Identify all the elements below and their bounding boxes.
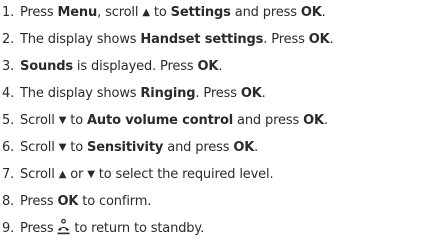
- up-arrow-icon: ▲: [58, 169, 67, 180]
- step-text-segment: and press: [163, 140, 234, 155]
- step-text-segment: to: [149, 5, 171, 20]
- key-term: OK: [303, 113, 324, 128]
- down-arrow-icon: ▼: [87, 169, 95, 180]
- key-term: Sensitivity: [86, 140, 164, 155]
- step-text: Scroll ▼ to Auto volume control and pres…: [20, 109, 328, 134]
- step-text-segment: to return to standby.: [70, 221, 205, 236]
- step-text-segment: to: [66, 140, 87, 155]
- key-term: OK: [308, 32, 330, 47]
- key-term: OK: [197, 59, 219, 74]
- step-text-segment: .: [329, 32, 334, 47]
- step-text-segment: .: [218, 59, 223, 74]
- step-number: 4.: [2, 86, 15, 101]
- step-text-segment: or: [66, 167, 88, 182]
- step-number: 2.: [2, 32, 15, 47]
- down-arrow-icon: ▼: [58, 142, 67, 153]
- step-text-segment: and press: [230, 5, 301, 20]
- step-number: 9.: [2, 221, 15, 236]
- step-text: Scroll ▲ or ▼ to select the required lev…: [20, 163, 274, 188]
- step-number: 3.: [2, 59, 15, 74]
- step-text-segment: to select the required level.: [94, 167, 274, 182]
- step-text-segment: .: [323, 113, 328, 128]
- step-text-segment: to: [66, 113, 87, 128]
- step-text: Press OK to confirm.: [20, 190, 151, 214]
- step-text: Sounds is displayed. Press OK.: [20, 55, 222, 79]
- step-text-segment: .: [261, 86, 266, 101]
- step-text-segment: The display shows: [20, 86, 141, 101]
- step-text-segment: to confirm.: [78, 194, 152, 209]
- step-text: Press Menu, scroll ▲ to Settings and pre…: [20, 1, 326, 26]
- step-text: Press to return to standby.: [20, 217, 204, 241]
- key-term: Settings: [170, 5, 231, 20]
- up-arrow-icon: ▲: [142, 7, 150, 18]
- down-arrow-icon: ▼: [58, 115, 67, 126]
- key-term: Ringing: [140, 86, 196, 101]
- step-number: 6.: [2, 140, 15, 155]
- step-text-segment: Scroll: [20, 113, 59, 128]
- step-text-segment: Scroll: [20, 140, 59, 155]
- step-text-segment: Press: [20, 5, 58, 20]
- step-text-segment: . Press: [195, 86, 241, 101]
- key-term: Sounds: [20, 59, 73, 74]
- step-text-segment: Press: [20, 221, 58, 236]
- step-text-segment: is displayed. Press: [72, 59, 198, 74]
- step-text: Scroll ▼ to Sensitivity and press OK.: [20, 136, 258, 161]
- step-text-segment: .: [254, 140, 259, 155]
- step-text-segment: Press: [20, 194, 58, 209]
- step-text-segment: Scroll: [20, 167, 59, 182]
- step-text-segment: , scroll: [97, 5, 143, 20]
- key-term: OK: [300, 5, 322, 20]
- step-text-segment: . Press: [263, 32, 309, 47]
- key-term: OK: [233, 140, 255, 155]
- key-term: Handset settings: [140, 32, 264, 47]
- end-call-handset-icon: [57, 219, 70, 235]
- step-text-segment: and press: [233, 113, 304, 128]
- step-text: The display shows Ringing. Press OK.: [20, 82, 266, 106]
- step-text-segment: The display shows: [20, 32, 141, 47]
- step-text-segment: .: [321, 5, 326, 20]
- step-number: 7.: [2, 167, 15, 182]
- step-number: 5.: [2, 113, 15, 128]
- step-text: The display shows Handset settings. Pres…: [20, 28, 334, 52]
- key-term: OK: [240, 86, 262, 101]
- step-number: 8.: [2, 194, 15, 209]
- key-term: Auto volume control: [86, 113, 234, 128]
- key-term: OK: [57, 194, 79, 209]
- key-term: Menu: [57, 5, 98, 20]
- step-number: 1.: [2, 5, 15, 20]
